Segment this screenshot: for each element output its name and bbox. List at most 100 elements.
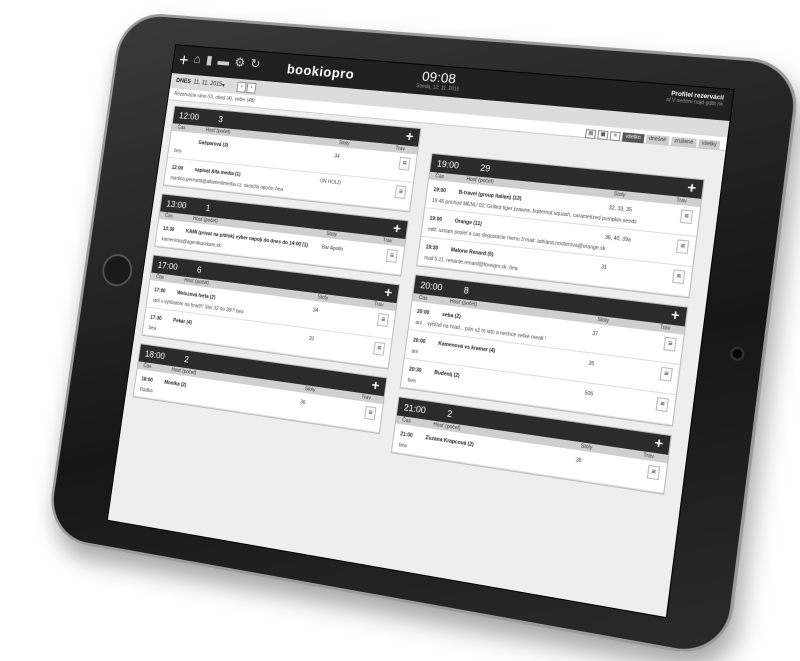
view-today-button[interactable]: dnešné (645, 134, 670, 146)
col-time-label: Čas (142, 363, 152, 370)
reservation-table: 34 (312, 307, 319, 315)
slot-guest-count: 3 (217, 114, 224, 125)
home-icon[interactable]: ⌂ (192, 51, 202, 69)
app-logo: bookiopro (286, 60, 356, 82)
clock: 09:08 Streda, 12. 11. 2015 (416, 68, 462, 93)
user-info[interactable]: Profilel rezervácií nl V sedení najd gdb… (666, 91, 724, 108)
reservation-time: 20:30 (408, 366, 422, 375)
print-icon[interactable]: ▤ (585, 129, 597, 140)
slot-guest-count: 6 (196, 264, 203, 275)
col-pay-label: Trav (675, 197, 688, 205)
reservation-time (176, 141, 199, 143)
col-pay-label: Trav (395, 145, 406, 153)
add-reservation-icon[interactable]: + (371, 377, 381, 394)
reservation-table: 31 (308, 335, 315, 343)
add-reservation-icon[interactable]: + (670, 306, 681, 324)
view-every-button[interactable]: všetky (697, 139, 721, 151)
slot-guest-count: 2 (183, 354, 190, 365)
list-view-icon[interactable]: ≡ (609, 131, 622, 142)
time-slot: 19:00 29 + Čas Hosť (počet) Stoly Trav 19:00 B-t… (416, 152, 705, 299)
slot-time: 17:00 (157, 259, 179, 272)
reservation-time: 20:00 (412, 337, 426, 346)
prev-day-button[interactable]: ‹ (236, 81, 247, 93)
camera-lens (729, 345, 746, 362)
reservation-table: 35 (588, 360, 595, 368)
app-screen: + ⌂ ▮ ▬ ⚙ ↻ bookiopro 09:08 Streda, 12. … (106, 44, 735, 619)
add-reservation-icon[interactable]: + (392, 220, 402, 237)
slot-time: 20:00 (419, 279, 444, 293)
reservation-time: 17:30 (149, 314, 162, 322)
reservation-time: 19:30 (425, 244, 439, 252)
col-time-label: Čas (418, 294, 428, 302)
view-all-button[interactable]: všetko (621, 132, 645, 144)
home-button[interactable] (100, 252, 135, 288)
col-table-label: Stoly (325, 231, 338, 239)
reservation-time: 18:00 (141, 376, 154, 384)
row-menu-icon[interactable]: ≡ (364, 405, 377, 421)
add-reservation-icon[interactable]: + (405, 128, 415, 144)
col-table-label: Stoly (613, 191, 626, 199)
reservation-table: 37 (591, 330, 599, 338)
row-menu-icon[interactable]: ≡ (675, 239, 690, 255)
plus-icon[interactable]: + (178, 50, 190, 69)
row-menu-icon[interactable]: ≡ (659, 366, 673, 382)
time-slot: 12:00 3 + Čas Hosť (počet) Stoly Trav Gašparová… (162, 105, 422, 213)
col-pay-label: Trav (373, 301, 384, 309)
row-menu-icon[interactable]: ≡ (646, 464, 661, 481)
col-table-label: Stoly (338, 140, 350, 147)
row-menu-icon[interactable]: ≡ (372, 341, 386, 356)
slot-time: 18:00 (144, 348, 166, 362)
slot-guest-count: 2 (446, 408, 453, 420)
left-column: 12:00 3 + Čas Hosť (počet) Stoly Trav Gašparová… (132, 105, 422, 442)
reservation-table: 34 (333, 153, 340, 160)
reservation-time: 20:00 (416, 308, 430, 317)
slot-guest-count: 8 (463, 285, 470, 296)
row-menu-icon[interactable]: ≡ (398, 156, 411, 171)
add-reservation-icon[interactable]: + (653, 434, 664, 452)
reservation-table: 506 (584, 390, 594, 398)
col-time-label: Čas (401, 417, 412, 425)
col-time-label: Čas (177, 124, 186, 132)
grid-view-icon[interactable]: ▦ (597, 130, 609, 141)
col-time-label: Čas (434, 173, 445, 181)
slot-time: 21:00 (403, 402, 427, 416)
row-menu-icon[interactable]: ≡ (679, 209, 694, 225)
row-menu-icon[interactable]: ≡ (655, 396, 669, 413)
row-menu-icon[interactable]: ≡ (663, 336, 677, 352)
car-icon[interactable]: ▬ (216, 53, 231, 72)
add-reservation-icon[interactable]: + (686, 179, 697, 196)
reservation-time: 12:00 (171, 164, 184, 172)
reservation-time: 13:30 (162, 226, 175, 234)
slot-time: 13:00 (165, 198, 188, 211)
view-cancelled-button[interactable]: zrušené (670, 136, 697, 149)
toolbar-icons: + ⌂ ▮ ▬ ⚙ ↻ (173, 50, 261, 75)
reservation-table: 36, 40, 39a (604, 234, 632, 244)
reservation-table: 32, 33, 35 (608, 205, 633, 214)
col-time-label: Čas (155, 274, 165, 281)
book-icon[interactable]: ▮ (205, 52, 213, 70)
reservation-time: 21:00 (399, 431, 414, 440)
next-day-button[interactable]: › (246, 81, 257, 94)
slot-time: 19:00 (436, 158, 460, 171)
date-value[interactable]: 11. 11. 2015 (193, 80, 222, 88)
add-reservation-icon[interactable]: + (383, 284, 393, 301)
refresh-icon[interactable]: ↻ (249, 56, 261, 75)
right-column: 19:00 29 + Čas Hosť (počet) Stoly Trav 19:00 B-t… (390, 152, 705, 503)
reservation-table: Bar Apollo (321, 244, 344, 253)
row-menu-icon[interactable]: ≡ (672, 269, 686, 285)
reservation-table: 31 (600, 264, 608, 272)
slot-guest-count: 1 (205, 203, 211, 214)
tablet-device: + ⌂ ▮ ▬ ⚙ ↻ bookiopro 09:08 Streda, 12. … (45, 11, 800, 661)
row-menu-icon[interactable]: ≡ (385, 248, 398, 263)
col-pay-label: Trav (659, 324, 671, 332)
reservation-table: 36 (299, 399, 306, 407)
date-nav: ‹ › (236, 81, 257, 94)
date-label[interactable]: DNES (176, 78, 191, 85)
reservation-time: 19:00 (433, 187, 447, 195)
row-menu-icon[interactable]: ≡ (376, 312, 390, 328)
reservation-time: 17:00 (153, 287, 166, 295)
gear-icon[interactable]: ⚙ (233, 55, 246, 74)
chevron-down-icon[interactable]: ▾ (222, 82, 226, 89)
col-time-label: Čas (164, 212, 174, 220)
row-menu-icon[interactable]: ≡ (394, 185, 407, 200)
